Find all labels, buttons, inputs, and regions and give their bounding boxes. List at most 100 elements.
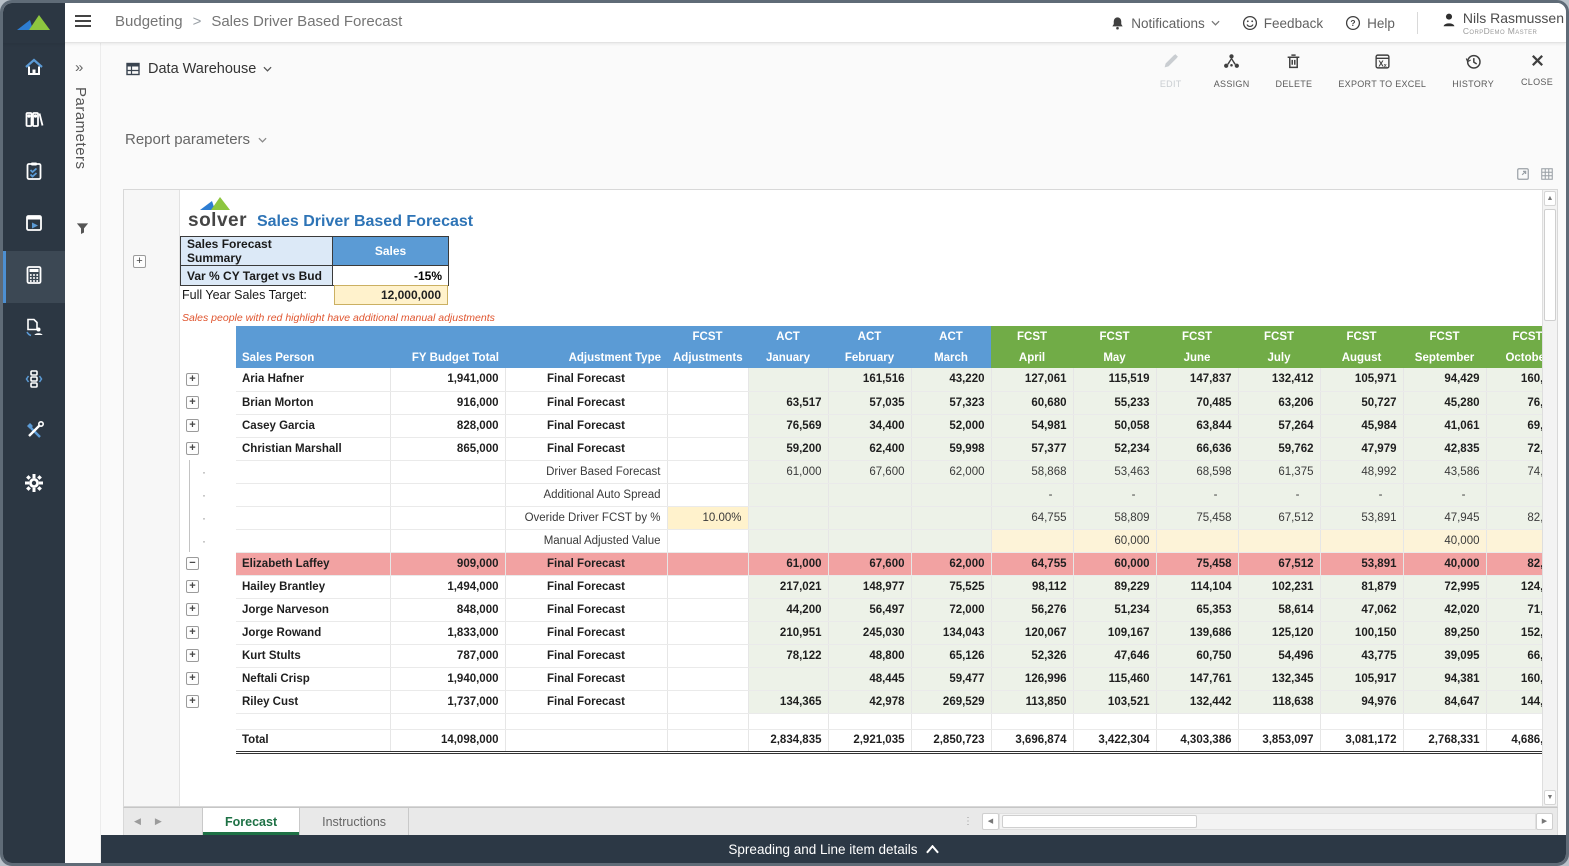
month-value-cell[interactable]: 2,768,331 — [1403, 729, 1486, 752]
delete-button[interactable]: DELETE — [1276, 53, 1313, 89]
expand-button[interactable]: + — [186, 396, 199, 409]
month-value-cell[interactable]: 89,250 — [1403, 621, 1486, 644]
month-value-cell[interactable] — [1403, 713, 1486, 729]
month-value-cell[interactable]: 67,600 — [828, 552, 911, 575]
adjustment-type-cell[interactable] — [505, 729, 667, 752]
adjustment-type-cell[interactable]: Final Forecast — [505, 667, 667, 690]
adjustment-type-cell[interactable]: Final Forecast — [505, 437, 667, 460]
scrollbar-grip-icon[interactable]: ⋮ — [963, 816, 974, 827]
month-value-cell[interactable]: 134,043 — [911, 621, 991, 644]
budget-total-cell[interactable]: 787,000 — [390, 644, 505, 667]
sidebar-item-library[interactable] — [3, 95, 65, 147]
fcst-adjustment-cell[interactable] — [667, 690, 748, 713]
sheet-tab-forecast[interactable]: Forecast — [202, 808, 300, 835]
month-value-cell[interactable]: 114,104 — [1156, 575, 1238, 598]
month-value-cell[interactable]: 132,412 — [1238, 368, 1320, 391]
sales-person-cell[interactable]: Aria Hafner — [236, 368, 390, 391]
sales-person-cell[interactable] — [236, 713, 390, 729]
month-value-cell[interactable]: 76,569 — [748, 414, 828, 437]
expand-button[interactable]: + — [186, 373, 199, 386]
budget-total-cell[interactable] — [390, 506, 505, 529]
fcst-adjustment-cell[interactable] — [667, 529, 748, 552]
horizontal-scroll-thumb[interactable] — [1002, 815, 1197, 828]
month-value-cell[interactable] — [911, 713, 991, 729]
month-value-cell[interactable]: 210,951 — [748, 621, 828, 644]
fcst-adjustment-cell[interactable] — [667, 621, 748, 644]
month-value-cell[interactable]: - — [1073, 483, 1156, 506]
fcst-adjustment-cell[interactable] — [667, 713, 748, 729]
budget-total-cell[interactable]: 828,000 — [390, 414, 505, 437]
month-value-cell[interactable]: 64,755 — [991, 506, 1073, 529]
month-value-cell[interactable]: 40,000 — [1403, 529, 1486, 552]
month-value-cell[interactable]: - — [991, 483, 1073, 506]
adjustment-type-cell[interactable]: Final Forecast — [505, 621, 667, 644]
sales-person-cell[interactable]: Brian Morton — [236, 391, 390, 414]
month-value-cell[interactable]: 71,083 — [1486, 598, 1542, 621]
month-value-cell[interactable]: 3,696,874 — [991, 729, 1073, 752]
month-value-cell[interactable]: 269,529 — [911, 690, 991, 713]
scroll-up-button[interactable]: ▲ — [1544, 191, 1556, 206]
close-button[interactable]: CLOSE — [1520, 53, 1554, 89]
month-value-cell[interactable]: 62,000 — [911, 552, 991, 575]
month-value-cell[interactable] — [748, 529, 828, 552]
collapse-button[interactable]: − — [186, 557, 199, 570]
fcst-adjustment-cell[interactable] — [667, 667, 748, 690]
export-to-excel-button[interactable]: XₓEXPORT TO EXCEL — [1338, 53, 1426, 89]
expand-button[interactable]: + — [186, 672, 199, 685]
month-value-cell[interactable]: 132,442 — [1156, 690, 1238, 713]
month-value-cell[interactable]: 39,095 — [1403, 644, 1486, 667]
user-menu[interactable]: Nils Rasmussen CorpDemo Master — [1440, 11, 1564, 36]
month-value-cell[interactable]: 4,303,386 — [1156, 729, 1238, 752]
budget-total-cell[interactable] — [390, 713, 505, 729]
month-value-cell[interactable]: 148,977 — [828, 575, 911, 598]
budget-total-cell[interactable]: 848,000 — [390, 598, 505, 621]
month-value-cell[interactable]: - — [1486, 483, 1542, 506]
budget-total-cell[interactable]: 1,940,000 — [390, 667, 505, 690]
month-value-cell[interactable]: 74,740 — [1486, 460, 1542, 483]
fcst-adjustment-cell[interactable] — [667, 460, 748, 483]
month-value-cell[interactable]: 125,120 — [1238, 621, 1320, 644]
month-value-cell[interactable]: 89,229 — [1073, 575, 1156, 598]
solver-logo[interactable] — [3, 3, 65, 43]
month-value-cell[interactable] — [1486, 529, 1542, 552]
month-value-cell[interactable] — [1238, 529, 1320, 552]
budget-total-cell[interactable] — [390, 529, 505, 552]
budget-total-cell[interactable]: 1,494,000 — [390, 575, 505, 598]
adjustment-type-cell[interactable]: Final Forecast — [505, 391, 667, 414]
month-value-cell[interactable]: 59,200 — [748, 437, 828, 460]
month-value-cell[interactable]: 52,326 — [991, 644, 1073, 667]
month-value-cell[interactable]: 134,365 — [748, 690, 828, 713]
month-value-cell[interactable]: 245,030 — [828, 621, 911, 644]
month-value-cell[interactable]: 57,264 — [1238, 414, 1320, 437]
month-value-cell[interactable]: 69,439 — [1486, 414, 1542, 437]
month-value-cell[interactable]: - — [1156, 483, 1238, 506]
month-value-cell[interactable]: 43,775 — [1320, 644, 1403, 667]
month-value-cell[interactable]: 48,445 — [828, 667, 911, 690]
adjustment-type-cell[interactable]: Final Forecast — [505, 414, 667, 437]
month-value-cell[interactable]: 100,150 — [1320, 621, 1403, 644]
tab-scroll-right-icon[interactable]: ▶ — [155, 816, 162, 827]
month-value-cell[interactable]: 66,636 — [1156, 437, 1238, 460]
budget-total-cell[interactable]: 1,833,000 — [390, 621, 505, 644]
month-value-cell[interactable]: 62,400 — [828, 437, 911, 460]
month-value-cell[interactable] — [911, 529, 991, 552]
month-value-cell[interactable]: 113,850 — [991, 690, 1073, 713]
month-value-cell[interactable]: 75,458 — [1156, 552, 1238, 575]
month-value-cell[interactable]: 47,945 — [1403, 506, 1486, 529]
month-value-cell[interactable]: 43,586 — [1403, 460, 1486, 483]
sidebar-item-tools[interactable] — [3, 407, 65, 459]
expand-button[interactable]: + — [186, 442, 199, 455]
month-value-cell[interactable] — [911, 483, 991, 506]
report-parameters-toggle[interactable]: Report parameters — [125, 131, 267, 148]
month-value-cell[interactable]: 94,381 — [1403, 667, 1486, 690]
sidebar-item-settings-gear[interactable] — [3, 459, 65, 511]
sheet-tab-instructions[interactable]: Instructions — [300, 808, 409, 835]
month-value-cell[interactable]: 50,058 — [1073, 414, 1156, 437]
month-value-cell[interactable]: 102,231 — [1238, 575, 1320, 598]
month-value-cell[interactable]: 59,998 — [911, 437, 991, 460]
month-value-cell[interactable]: 147,761 — [1156, 667, 1238, 690]
month-value-cell[interactable]: 68,598 — [1156, 460, 1238, 483]
month-value-cell[interactable]: 98,112 — [991, 575, 1073, 598]
sales-person-cell[interactable]: Total — [236, 729, 390, 752]
month-value-cell[interactable]: 45,280 — [1403, 391, 1486, 414]
